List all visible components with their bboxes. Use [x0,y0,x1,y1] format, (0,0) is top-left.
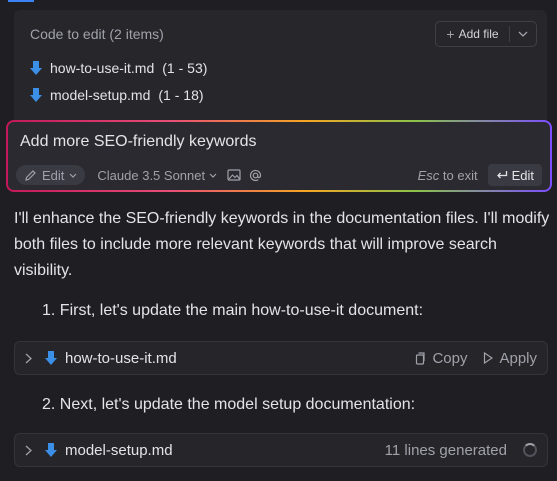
expand-button[interactable] [25,445,37,456]
prompt-toolbar: Edit Claude 3.5 Sonnet Esc to exit Edit [16,164,542,186]
code-block-actions: Copy Apply [414,350,537,367]
mode-select[interactable]: Edit [16,165,86,185]
esc-hint: Esc to exit [418,168,478,183]
add-file-group: + Add file [435,21,537,47]
active-tab-indicator [8,0,34,2]
markdown-icon [45,443,57,457]
apply-button[interactable]: Apply [483,350,537,367]
add-file-label: Add file [458,27,499,41]
file-item-how-to-use-it[interactable]: how-to-use-it.md (1 - 53) [30,60,207,76]
copy-icon [416,351,426,365]
file-item-model-setup[interactable]: model-setup.md (1 - 18) [30,87,204,103]
expand-button[interactable] [25,353,37,364]
chevron-down-icon [209,173,217,178]
prompt-box: Add more SEO-friendly keywords Edit Clau… [6,120,552,192]
chevron-down-icon [69,173,77,178]
enter-icon [496,171,507,179]
step-1-text: 1. First, let's update the main how-to-u… [42,302,424,319]
code-to-edit-panel: Code to edit (2 items) + Add file how-to… [14,10,547,120]
copy-button[interactable]: Copy [414,350,467,367]
chevron-down-icon [518,31,528,37]
generation-status: 11 lines generated [384,441,507,459]
file-range: (1 - 18) [158,87,204,103]
loading-spinner-icon [523,443,537,457]
image-icon [227,169,241,181]
model-select[interactable]: Claude 3.5 Sonnet [97,168,217,183]
code-to-edit-header: Code to edit (2 items) [30,26,164,42]
plus-icon: + [446,26,455,42]
response-intro: I'll enhance the SEO-friendly keywords i… [14,210,550,279]
chevron-right-icon [25,353,32,363]
prompt-text[interactable]: Add more SEO-friendly keywords [20,133,257,151]
copy-label: Copy [432,349,468,367]
prompt-input-area[interactable]: Add more SEO-friendly keywords Edit Clau… [8,122,550,190]
edit-submit-label: Edit [511,167,534,183]
pencil-icon [25,169,36,181]
chevron-right-icon [25,445,32,455]
markdown-icon [30,88,42,102]
code-block-filename: how-to-use-it.md [65,349,177,367]
file-range: (1 - 53) [162,60,208,76]
mode-label: Edit [42,167,65,183]
play-icon [484,352,494,364]
image-button[interactable] [227,169,241,181]
code-block-how-to-use-it[interactable]: how-to-use-it.md Copy Apply [14,341,548,375]
apply-label: Apply [499,349,537,367]
esc-hint-text: to exit [442,167,478,183]
markdown-icon [45,351,57,365]
mention-button[interactable] [249,169,262,182]
file-name: how-to-use-it.md [50,60,155,76]
esc-key: Esc [417,167,440,183]
model-label: Claude 3.5 Sonnet [97,167,206,183]
code-block-model-setup[interactable]: model-setup.md 11 lines generated [14,433,548,467]
code-block-filename: model-setup.md [65,441,173,459]
code-block-status: 11 lines generated [385,442,537,459]
add-file-menu-button[interactable] [510,22,536,46]
edit-submit-button[interactable]: Edit [487,164,542,186]
step-2-text: 2. Next, let's update the model setup do… [42,396,416,413]
markdown-icon [30,61,42,75]
file-name: model-setup.md [50,87,151,103]
add-file-button[interactable]: + Add file [436,22,509,46]
at-sign-icon [250,169,262,181]
